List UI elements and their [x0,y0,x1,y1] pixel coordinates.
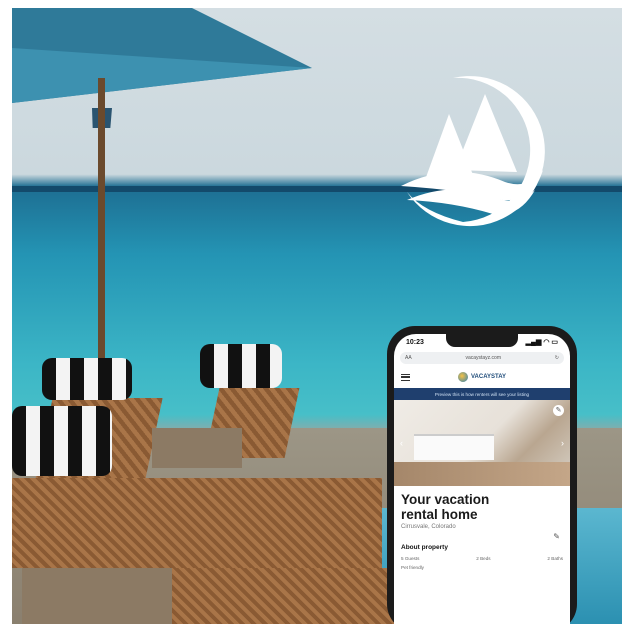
status-time: 10:23 [406,338,424,346]
smartphone-mockup: 10:23 ▂▄▆ ◠ ▭ AA vacaystayz.com ↻ VACAYS… [387,326,577,632]
brand-name: VACAYSTAY [470,374,507,380]
site-brand[interactable]: VACAYSTAY [457,372,507,382]
striped-pillow [42,358,132,400]
text-size-icon[interactable]: AA [405,355,412,361]
about-heading: About property [401,544,448,551]
edit-title-icon[interactable]: ✎ [553,532,560,541]
umbrella-pole [98,78,105,378]
edit-photo-icon[interactable]: ✎ [553,405,564,416]
brand-logo-icon [401,72,563,228]
reload-icon[interactable]: ↻ [555,355,559,361]
next-photo-arrow-icon[interactable]: › [561,438,564,448]
listing-location: Cirrusvale, Colorado [401,524,456,530]
side-table [22,568,172,624]
brand-mark-icon [457,372,468,382]
property-stats: 5 Guests 2 Beds 2 Baths [394,554,570,563]
baths-stat: 2 Baths [547,556,563,561]
phone-notch [446,334,518,347]
pets-stat: Pet friendly [401,565,424,570]
beach-umbrella [12,8,312,128]
site-header: VACAYSTAY [394,366,570,388]
beds-stat: 2 Beds [476,556,491,561]
status-icons: ▂▄▆ ◠ ▭ [525,339,558,346]
wood-floor [394,462,570,486]
guests-stat: 5 Guests [401,556,420,561]
url-text: vacaystayz.com [465,355,502,361]
listing-title: Your vacation rental home [401,492,490,522]
striped-pillow [200,344,282,388]
listing-photo[interactable]: ‹ › ✎ [394,400,570,486]
menu-icon[interactable] [401,373,410,381]
kitchen-counter [414,434,494,460]
phone-screen: 10:23 ▂▄▆ ◠ ▭ AA vacaystayz.com ↻ VACAYS… [394,334,570,632]
side-table [152,428,242,468]
lounger-front [12,478,382,568]
url-bar[interactable]: AA vacaystayz.com ↻ [400,352,564,364]
prev-photo-arrow-icon[interactable]: ‹ [400,438,403,448]
lounger-front-seat [142,568,402,624]
preview-banner: Preview this is how renters will see you… [394,388,570,400]
striped-pillow [12,406,112,476]
